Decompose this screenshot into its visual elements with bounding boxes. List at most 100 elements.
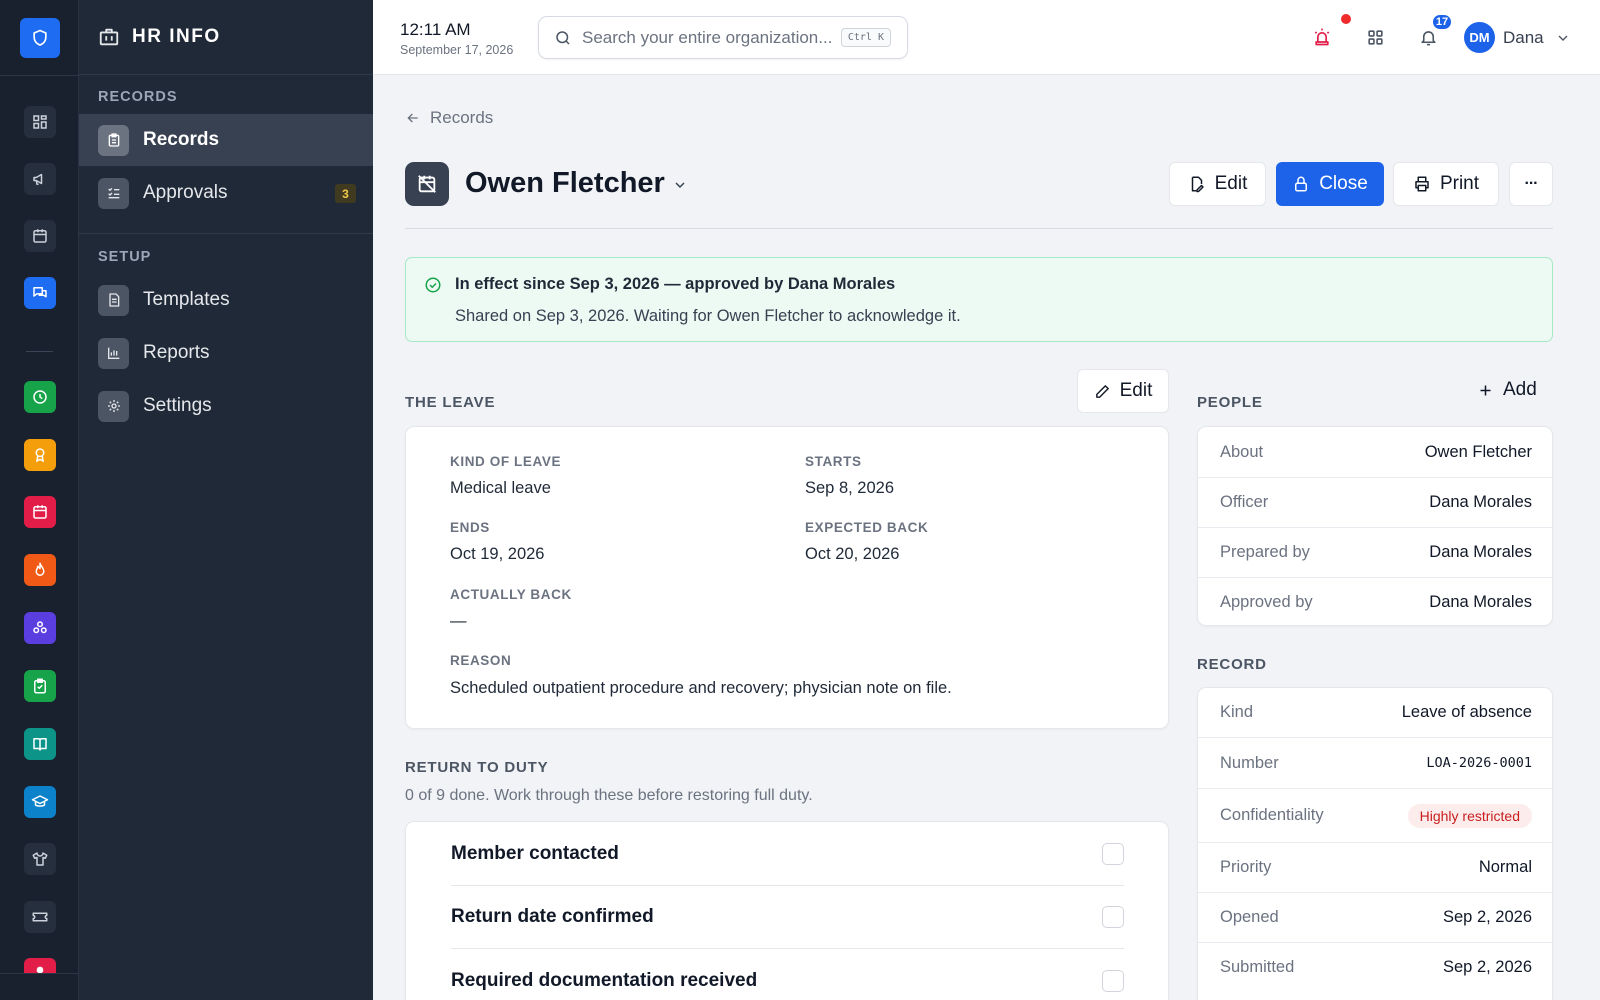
calendar-icon[interactable] bbox=[24, 220, 56, 252]
status-badge: Highly restricted bbox=[1407, 803, 1532, 828]
list-item[interactable]: Member contacted bbox=[451, 822, 1124, 886]
record-key: Opened bbox=[1220, 908, 1279, 926]
graduation-cap-icon[interactable] bbox=[24, 786, 56, 818]
record-key: Confidentiality bbox=[1220, 806, 1324, 824]
chat-icon[interactable] bbox=[24, 277, 56, 309]
plus-icon bbox=[1480, 385, 1491, 395]
notifications-badge: 17 bbox=[1431, 13, 1453, 31]
close-button[interactable]: Close bbox=[1276, 162, 1384, 206]
print-button[interactable]: Print bbox=[1393, 162, 1499, 206]
leave-edit-label: Edit bbox=[1119, 380, 1153, 401]
lock-icon bbox=[1295, 176, 1308, 192]
calendar-red-icon[interactable] bbox=[24, 496, 56, 528]
reason-value: Scheduled outpatient procedure and recov… bbox=[450, 679, 952, 697]
checklist-checkbox[interactable] bbox=[1102, 906, 1124, 928]
checklist-icon bbox=[98, 177, 129, 209]
add-person-button[interactable]: Add bbox=[1478, 379, 1537, 401]
printer-icon bbox=[1415, 176, 1429, 192]
sidebar-item-approvals[interactable]: Approvals 3 bbox=[79, 167, 373, 219]
sidebar-item-label: Reports bbox=[143, 342, 210, 363]
ends-value: Oct 19, 2026 bbox=[450, 545, 545, 563]
people-value[interactable]: Dana Morales bbox=[1429, 493, 1532, 512]
record-card: Kind Leave of absence Number LOA-2026-00… bbox=[1197, 687, 1554, 1000]
file-edit-icon bbox=[1191, 176, 1204, 193]
checklist-checkbox[interactable] bbox=[1102, 969, 1124, 992]
ticket-icon[interactable] bbox=[24, 901, 56, 933]
expected-back-label: EXPECTED BACK bbox=[805, 520, 929, 535]
record-key: Number bbox=[1220, 753, 1279, 772]
search-input[interactable]: Search your entire organization... Ctrl … bbox=[538, 16, 908, 59]
user-name[interactable]: Dana bbox=[1503, 28, 1544, 48]
more-icon: ··· bbox=[1524, 175, 1539, 192]
people-value[interactable]: Owen Fletcher bbox=[1425, 443, 1532, 462]
avatar[interactable]: DM bbox=[1464, 22, 1495, 53]
edit-button[interactable]: Edit bbox=[1169, 162, 1266, 206]
record-value: Normal bbox=[1478, 858, 1532, 876]
table-row: Officer Dana Morales bbox=[1198, 477, 1554, 527]
print-button-label: Print bbox=[1439, 173, 1480, 194]
award-icon[interactable] bbox=[24, 439, 56, 471]
document-icon bbox=[98, 284, 129, 316]
app-header: HR INFO bbox=[79, 0, 373, 75]
return-section-subtitle: 0 of 9 done. Work through these before r… bbox=[405, 787, 813, 804]
ends-label: ENDS bbox=[450, 520, 490, 535]
sidebar-item-settings[interactable]: Settings bbox=[79, 380, 373, 432]
check-circle-icon bbox=[424, 276, 442, 294]
search-placeholder: Search your entire organization... bbox=[582, 27, 833, 47]
table-row: Approved by Dana Morales bbox=[1198, 577, 1554, 626]
kind-value: Medical leave bbox=[450, 479, 551, 497]
list-item[interactable]: Return date confirmed bbox=[451, 886, 1124, 949]
alert-dot bbox=[1341, 14, 1351, 24]
sidebar: HR INFO RECORDS Records Approvals 3 SETU… bbox=[79, 0, 373, 1000]
table-row: Kind Leave of absence bbox=[1198, 688, 1554, 737]
record-value: Leave of absence bbox=[1401, 703, 1532, 721]
people-value[interactable]: Dana Morales bbox=[1429, 593, 1532, 612]
people-card: About Owen Fletcher Officer Dana Morales… bbox=[1197, 426, 1554, 626]
clipboard-check-icon[interactable] bbox=[24, 670, 56, 702]
book-icon[interactable] bbox=[24, 728, 56, 760]
checklist-item-label: Return date confirmed bbox=[451, 906, 654, 927]
title-chevron-down-icon[interactable] bbox=[672, 177, 688, 193]
checklist-checkbox[interactable] bbox=[1102, 842, 1124, 865]
search-icon bbox=[556, 30, 570, 45]
apps-grid-icon[interactable] bbox=[1363, 25, 1387, 49]
flame-icon[interactable] bbox=[24, 554, 56, 586]
starts-label: STARTS bbox=[805, 454, 862, 469]
shirt-icon[interactable] bbox=[24, 843, 56, 875]
people-value[interactable]: Dana Morales bbox=[1429, 543, 1532, 562]
table-row: About Owen Fletcher bbox=[1198, 427, 1554, 477]
kind-label: KIND OF LEAVE bbox=[450, 454, 562, 469]
sidebar-item-label: Templates bbox=[143, 289, 230, 310]
record-number: LOA-2026-0001 bbox=[1426, 755, 1532, 771]
shield-icon[interactable] bbox=[20, 18, 60, 58]
checklist-card: Member contacted Return date confirmed R… bbox=[405, 821, 1169, 1000]
current-date: September 17, 2026 bbox=[400, 43, 514, 57]
clipboard-icon bbox=[98, 124, 129, 156]
siren-icon[interactable] bbox=[1310, 25, 1334, 49]
breadcrumb-label: Records bbox=[430, 108, 494, 127]
more-button[interactable]: ··· bbox=[1509, 162, 1553, 206]
sidebar-item-templates[interactable]: Templates bbox=[79, 274, 373, 326]
team-icon[interactable] bbox=[24, 612, 56, 644]
sidebar-item-records[interactable]: Records bbox=[79, 114, 373, 166]
starts-value: Sep 8, 2026 bbox=[805, 479, 894, 497]
table-row: Prepared by Dana Morales bbox=[1198, 527, 1554, 577]
status-banner: In effect since Sep 3, 2026 — approved b… bbox=[405, 257, 1553, 342]
leave-section-title: THE LEAVE bbox=[405, 394, 496, 411]
leave-edit-button[interactable]: Edit bbox=[1077, 369, 1169, 413]
sidebar-item-reports[interactable]: Reports bbox=[79, 327, 373, 379]
table-row: Confidentiality Highly restricted bbox=[1198, 788, 1554, 842]
chevron-down-icon[interactable] bbox=[1555, 30, 1571, 46]
breadcrumb[interactable]: Records bbox=[405, 108, 493, 128]
section-setup-label: SETUP bbox=[98, 249, 152, 265]
pencil-icon bbox=[1095, 384, 1109, 398]
list-item[interactable]: Required documentation received bbox=[451, 949, 1124, 1000]
clock-icon[interactable] bbox=[24, 381, 56, 413]
alert-icon[interactable] bbox=[24, 958, 56, 973]
dashboard-icon[interactable] bbox=[24, 106, 56, 138]
megaphone-icon[interactable] bbox=[24, 163, 56, 195]
add-person-label: Add bbox=[1503, 379, 1537, 400]
reason-label: REASON bbox=[450, 653, 512, 668]
approvals-count-badge: 3 bbox=[335, 184, 356, 203]
close-button-label: Close bbox=[1319, 173, 1368, 194]
